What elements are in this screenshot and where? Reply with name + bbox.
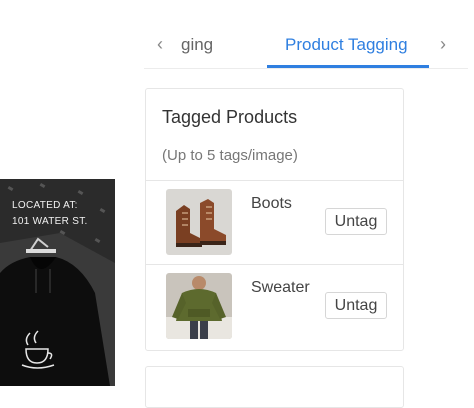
tab-bar: ‹ ging Product Tagging › (144, 22, 468, 69)
speck (99, 207, 106, 214)
boots-icon (166, 189, 232, 255)
product-name: Boots (251, 195, 292, 212)
card-subtitle: (Up to 5 tags/image) (162, 147, 298, 164)
tab-product-tagging[interactable]: Product Tagging (285, 35, 408, 55)
promo-image: LOCATED AT: 101 WATER ST. (0, 179, 115, 386)
untag-button[interactable]: Untag (325, 208, 387, 235)
tab-scroll-left-icon[interactable]: ‹ (157, 35, 163, 53)
untag-button[interactable]: Untag (325, 292, 387, 319)
tagged-products-card: Tagged Products (Up to 5 tags/image) Boo… (145, 88, 404, 351)
hoodie-icon (0, 233, 115, 386)
tab-scroll-right-icon[interactable]: › (440, 35, 446, 53)
speck (39, 182, 46, 189)
speck (77, 189, 84, 196)
sweater-icon (166, 273, 232, 339)
active-tab-indicator (267, 65, 429, 68)
promo-line-2: 101 WATER ST. (12, 216, 88, 227)
promo-line-1: LOCATED AT: (12, 200, 78, 211)
divider (146, 264, 403, 265)
speck (7, 185, 14, 192)
divider (146, 180, 403, 181)
tab-previous[interactable]: ging (181, 35, 213, 55)
card-title: Tagged Products (162, 107, 298, 127)
secondary-card (145, 366, 404, 408)
product-name: Sweater (251, 279, 310, 296)
